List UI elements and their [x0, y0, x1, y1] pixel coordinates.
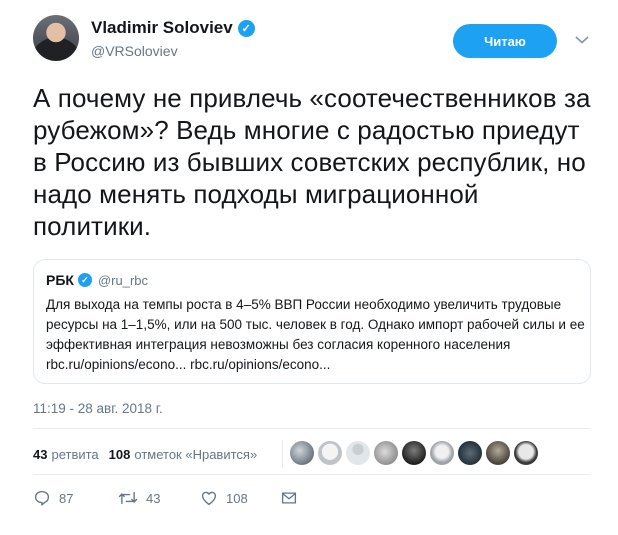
quoted-author-name: РБК	[46, 272, 74, 288]
like-icon	[201, 491, 217, 506]
like-label: отметок «Нравится»	[134, 446, 258, 462]
author-name[interactable]: Vladimir Soloviev	[91, 18, 233, 38]
chevron-down-icon[interactable]	[575, 35, 589, 45]
like-action-count: 108	[226, 490, 248, 506]
tweet-stats: 43 ретвита 108 отметок «Нравится»	[33, 441, 267, 467]
retweet-icon	[118, 491, 138, 505]
quoted-tweet-links[interactable]: rbc.ru/opinions/econo... rbc.ru/opinions…	[46, 355, 578, 375]
liker-avatar[interactable]	[486, 441, 510, 465]
quoted-tweet-text: Для выхода на темпы роста в 4–5% ВВП Рос…	[46, 297, 585, 352]
retweet-stat[interactable]: 43 ретвита	[33, 447, 99, 462]
tweet-text: А почему не привлечь «соотечественников …	[33, 83, 591, 241]
liker-avatar[interactable]	[346, 441, 370, 465]
direct-message-button[interactable]	[280, 489, 298, 507]
liker-avatar[interactable]	[430, 441, 454, 465]
quoted-tweet-header: РБК ✓ @ru_rbc	[46, 271, 578, 289]
author-block: Vladimir Soloviev ✓ @VRSoloviev	[91, 18, 255, 59]
liker-avatars	[290, 441, 538, 465]
author-avatar[interactable]	[33, 15, 79, 61]
retweet-count: 43	[33, 446, 48, 462]
verified-icon: ✓	[77, 273, 92, 287]
reply-count: 87	[59, 490, 74, 506]
tweet-actions: 87 43 108	[33, 489, 298, 507]
liker-avatar[interactable]	[402, 441, 426, 465]
like-count: 108	[108, 446, 131, 462]
liker-avatar[interactable]	[374, 441, 398, 465]
reply-button[interactable]: 87	[33, 489, 118, 507]
liker-avatar[interactable]	[290, 441, 314, 465]
like-button[interactable]: 108	[200, 489, 280, 507]
retweet-action-count: 43	[146, 490, 161, 506]
stats-separator	[282, 440, 283, 468]
quoted-tweet[interactable]: РБК ✓ @ru_rbc Для выхода на темпы роста …	[33, 259, 591, 384]
verified-icon: ✓	[237, 19, 255, 37]
retweet-label: ретвита	[51, 446, 99, 462]
tweet-timestamp[interactable]: 11:19 - 28 авг. 2018 г.	[33, 401, 163, 416]
quoted-author-handle: @ru_rbc	[97, 272, 148, 288]
divider	[33, 474, 590, 475]
liker-avatar[interactable]	[318, 441, 342, 465]
divider	[33, 428, 590, 429]
message-icon	[281, 492, 297, 504]
like-stat[interactable]: 108 отметок «Нравится»	[109, 447, 258, 462]
liker-avatar[interactable]	[458, 441, 482, 465]
follow-button[interactable]: Читаю	[453, 24, 557, 58]
author-name-row: Vladimir Soloviev ✓	[91, 18, 255, 38]
reply-icon	[34, 490, 50, 506]
liker-avatar[interactable]	[514, 441, 538, 465]
retweet-button[interactable]: 43	[118, 489, 200, 507]
author-handle[interactable]: @VRSoloviev	[91, 43, 255, 59]
